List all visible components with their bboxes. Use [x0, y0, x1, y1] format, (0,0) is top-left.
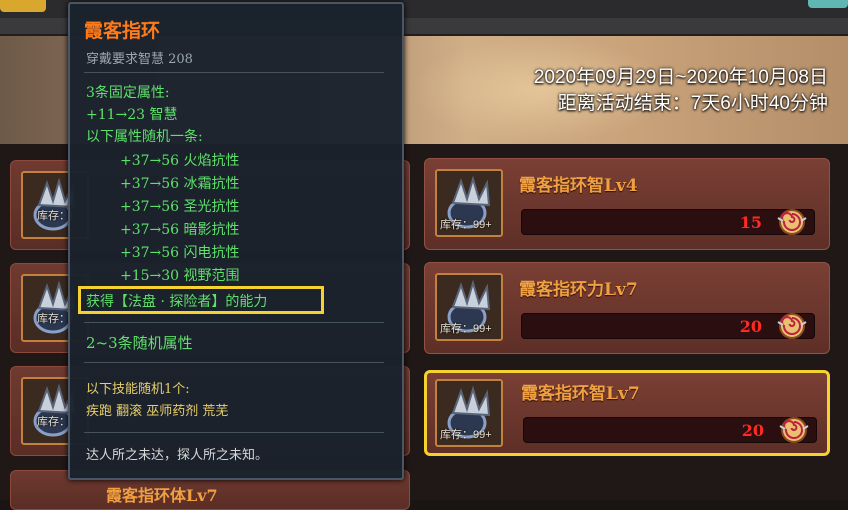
extra-random-stats: 2~3条随机属性 — [86, 334, 193, 352]
event-date-range: 2020年09月29日~2020年10月08日 — [533, 67, 828, 88]
stock-label: 库存： — [37, 313, 70, 325]
shop-item-name: 霞客指环体Lv7 — [106, 486, 218, 505]
ring-icon: 库存：99+ — [435, 169, 503, 237]
ring-icon: 库存：99+ — [435, 379, 503, 447]
flavor-text: 达人所之未达，探人所之未知。 — [86, 448, 269, 463]
price-bar[interactable]: 20 — [521, 313, 815, 339]
random-stat: +37→56 圣光抗性 — [120, 199, 240, 215]
special-ability: 获得【法盘 · 探险者】的能力 — [86, 294, 268, 310]
shop-item-name: 霞客指环智Lv4 — [519, 176, 638, 196]
divider — [84, 72, 384, 73]
stock-label: 库存：99+ — [440, 429, 492, 441]
stock-label: 库存： — [37, 210, 70, 222]
shop-item-card[interactable]: 库存：99+ 霞客指环智Lv4 15 — [424, 158, 830, 250]
random-stat: +37→56 闪电抗性 — [120, 245, 240, 261]
shop-item-card[interactable]: 库存：99+ 霞客指环力Lv7 20 — [424, 262, 830, 354]
random-stats-header: 以下属性随机一条: — [86, 129, 203, 145]
price-bar[interactable]: 20 — [523, 417, 817, 443]
skill-list: 疾跑 翻滚 巫师药剂 荒芜 — [86, 404, 229, 419]
item-tooltip: 霞客指环 穿戴要求智慧 208 3条固定属性: +11→23 智慧 以下属性随机… — [68, 2, 404, 480]
divider — [84, 432, 384, 433]
top-tab-right[interactable] — [808, 0, 848, 8]
random-stat: +37→56 火焰抗性 — [120, 153, 240, 169]
event-countdown: 距离活动结束：7天6小时40分钟 — [557, 93, 828, 114]
swirl-coin-icon — [777, 209, 807, 235]
tooltip-title: 霞客指环 — [84, 20, 161, 42]
swirl-coin-icon — [777, 313, 807, 339]
price-value: 20 — [739, 317, 762, 336]
skill-header: 以下技能随机1个: — [86, 382, 190, 397]
top-tab-left[interactable] — [0, 0, 46, 12]
stock-label: 库存：99+ — [440, 219, 492, 231]
price-value: 20 — [741, 421, 764, 440]
random-stat: +15→30 视野范围 — [120, 268, 240, 284]
swirl-coin-icon — [779, 417, 809, 443]
shop-item-card-selected[interactable]: 库存：99+ 霞客指环智Lv7 20 — [424, 370, 830, 456]
random-stat: +37→56 冰霜抗性 — [120, 176, 240, 192]
shop-item-name: 霞客指环力Lv7 — [519, 280, 638, 300]
divider — [84, 362, 384, 363]
shop-item-name: 霞客指环智Lv7 — [521, 384, 640, 404]
fixed-stats-header: 3条固定属性: — [86, 85, 170, 101]
price-value: 15 — [739, 213, 762, 232]
divider — [84, 322, 384, 323]
ring-icon: 库存：99+ — [435, 273, 503, 341]
random-stat: +37→56 暗影抗性 — [120, 222, 240, 238]
stock-label: 库存：99+ — [440, 323, 492, 335]
stock-label: 库存： — [37, 416, 70, 428]
price-bar[interactable]: 15 — [521, 209, 815, 235]
fixed-stat: +11→23 智慧 — [86, 107, 178, 123]
tooltip-requirement: 穿戴要求智慧 208 — [86, 52, 193, 67]
